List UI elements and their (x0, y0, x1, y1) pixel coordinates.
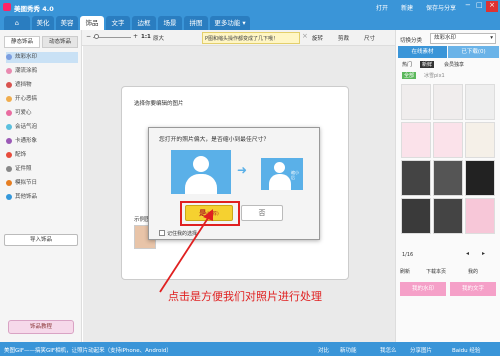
annotation-text: 点击是方便我们对照片进行处理 (168, 290, 322, 303)
my-text-button[interactable]: 我的文字 (450, 282, 496, 296)
status-promo-text[interactable]: 美图GIF——搞笑GIF相机，让照片动起来（支持iPhone、Android） (4, 346, 172, 354)
prev-page-icon[interactable]: ◂ (466, 250, 469, 257)
material-thumbnail[interactable] (433, 160, 463, 196)
material-thumbnail[interactable] (401, 198, 431, 234)
category-value: 炫彩水印 (434, 35, 457, 41)
download-page-button[interactable]: 下载本页 (426, 268, 446, 275)
tab-downloaded[interactable]: 已下载(0) (448, 46, 499, 58)
subtab-hot[interactable]: 热门 (402, 61, 412, 68)
baidu-watermark: Baidu 经验 (452, 348, 481, 354)
status-bar: 美图GIF——搞笑GIF相机，让照片动起来（支持iPhone、Android） … (0, 342, 500, 356)
material-thumbnail[interactable] (465, 198, 495, 234)
right-panel: 切换分类 炫彩水印 ▾ 在线素材 已下载(0) 热门 新鲜 会员独享 全部 冰雪p… (395, 30, 500, 342)
material-thumbnail[interactable] (465, 122, 495, 158)
material-thumbnail[interactable] (465, 160, 495, 196)
category-label: 切换分类 (400, 38, 423, 44)
filter-name[interactable]: 冰雪pix1 (424, 72, 445, 79)
my-watermark-button[interactable]: 我的水印 (400, 282, 446, 296)
compare-button[interactable]: 对比 (318, 346, 329, 354)
page-indicator: 1/16 (402, 252, 414, 258)
new-feature-button[interactable]: 新功能 (340, 346, 357, 354)
filter-all[interactable]: 全部 (402, 72, 417, 79)
arrow-line (159, 214, 211, 293)
material-thumbnail[interactable] (401, 160, 431, 196)
category-select[interactable]: 炫彩水印 ▾ (430, 33, 496, 44)
material-thumbnail[interactable] (433, 122, 463, 158)
material-thumbnail[interactable] (401, 122, 431, 158)
chevron-down-icon: ▾ (490, 35, 493, 41)
mine-button[interactable]: 我的 (468, 268, 478, 275)
refresh-button[interactable]: 刷新 (400, 268, 410, 275)
next-page-icon[interactable]: ▸ (482, 250, 485, 257)
status-link-1[interactable]: 我怎么 (380, 346, 397, 354)
share-image-button[interactable]: 分享图片 (410, 346, 432, 354)
tab-online-materials[interactable]: 在线素材 (398, 46, 447, 58)
material-thumbnail[interactable] (401, 84, 431, 120)
material-thumbnail[interactable] (433, 198, 463, 234)
material-thumbnail[interactable] (433, 84, 463, 120)
subtab-vip[interactable]: 会员独享 (444, 61, 464, 68)
material-thumbnail[interactable] (465, 84, 495, 120)
subtab-new[interactable]: 新鲜 (420, 61, 435, 68)
